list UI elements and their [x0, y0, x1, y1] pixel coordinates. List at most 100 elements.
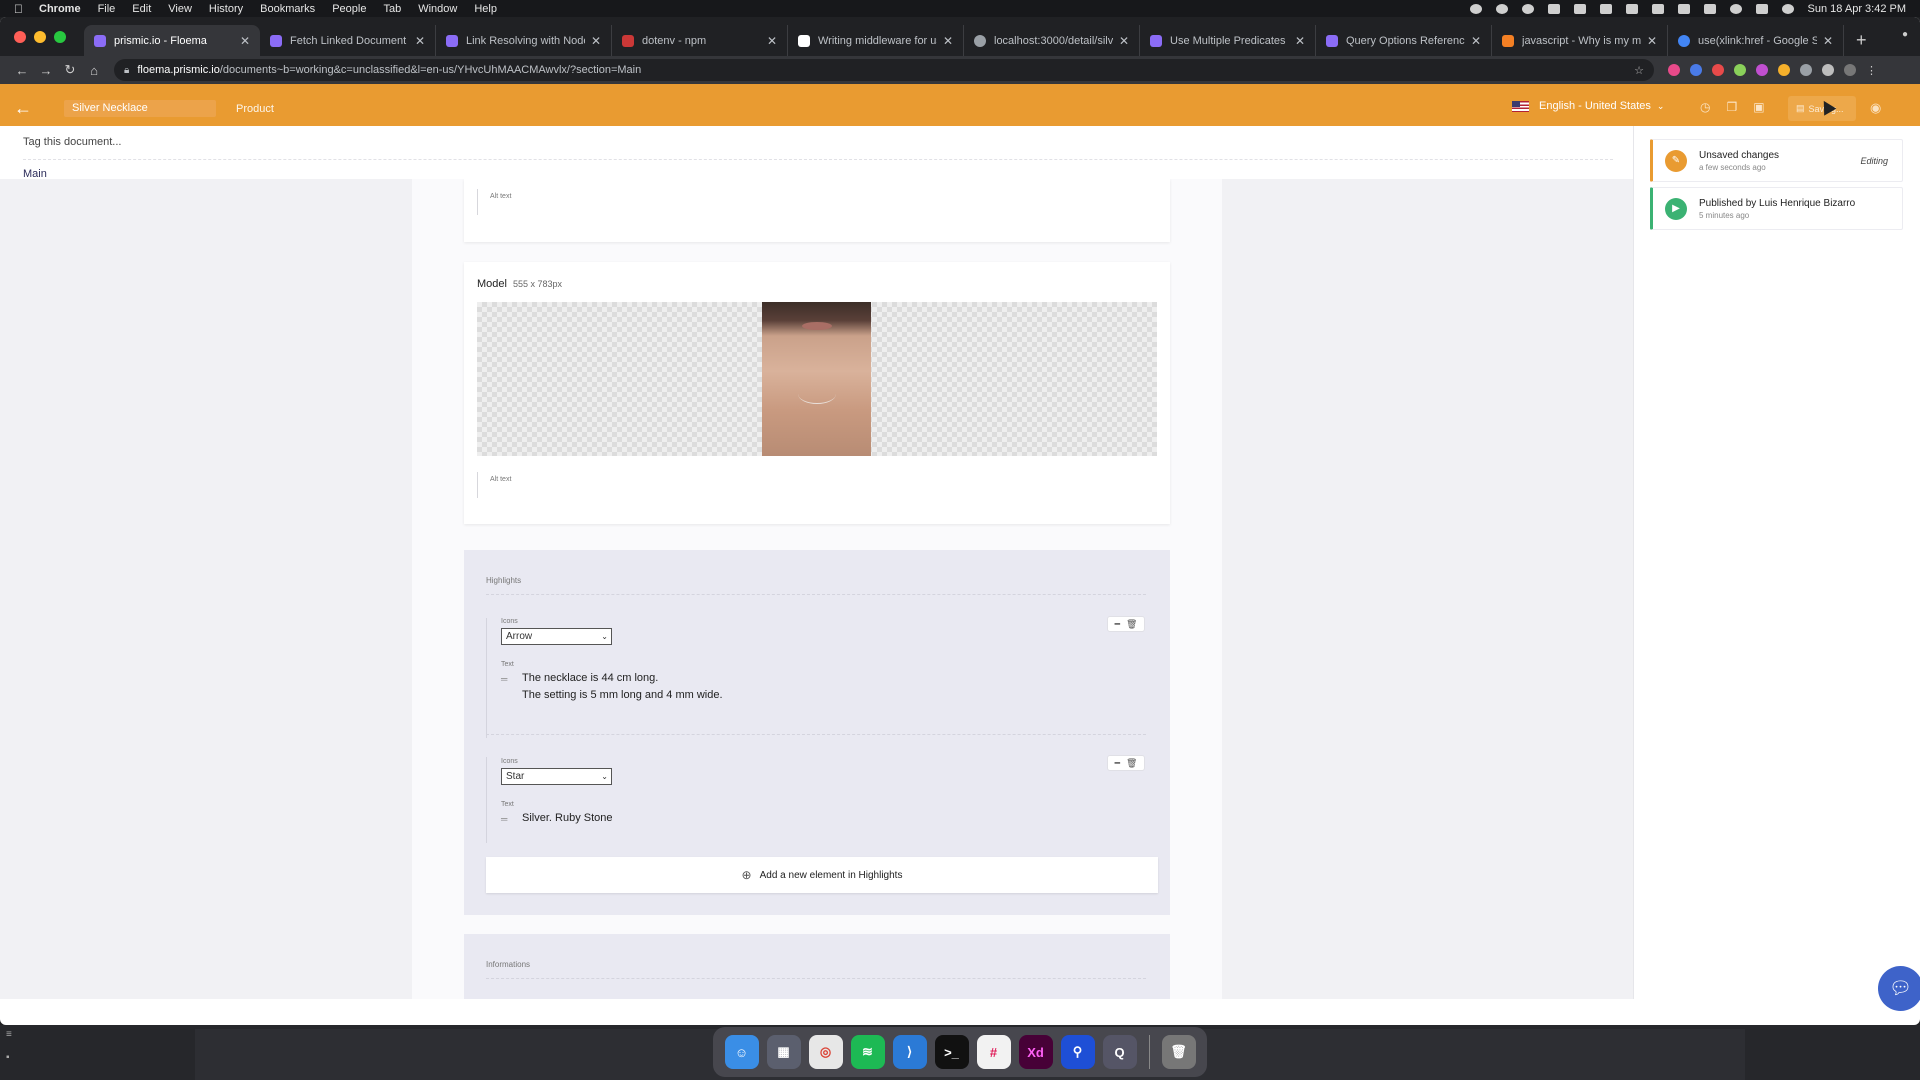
reorder-icon[interactable]: ━ [1115, 619, 1120, 630]
archive-icon[interactable]: ▣ [1753, 100, 1764, 114]
cloud-icon[interactable] [1547, 3, 1560, 14]
browser-tab[interactable]: localhost:3000/detail/silver-n ✕ [964, 25, 1140, 56]
apple-icon[interactable]:  [14, 2, 23, 16]
chrome-icon[interactable]: ◎ [808, 1035, 843, 1069]
minimize-window-icon[interactable] [34, 30, 46, 43]
close-tab-icon[interactable]: ✕ [1823, 34, 1833, 48]
bluetooth-icon[interactable] [1677, 3, 1690, 14]
menu-edit[interactable]: Edit [132, 3, 151, 15]
menu-help[interactable]: Help [474, 3, 497, 15]
briefcase-icon[interactable]: ▪ [6, 1052, 12, 1063]
menu-view[interactable]: View [168, 3, 192, 15]
browser-tab[interactable]: Fetch Linked Document Fields ✕ [260, 25, 436, 56]
menu-file[interactable]: File [98, 3, 116, 15]
close-tab-icon[interactable]: ✕ [591, 34, 601, 48]
launchpad-icon[interactable]: ▦ [766, 1035, 801, 1069]
clock[interactable]: Sun 18 Apr 3:42 PM [1808, 3, 1906, 15]
menu-bookmarks[interactable]: Bookmarks [260, 3, 315, 15]
delete-icon[interactable]: 🗑︎ [1126, 758, 1137, 769]
icon-select[interactable]: Arrow ⌄ [501, 628, 612, 645]
preview-eye-icon[interactable]: ◉ [1870, 100, 1881, 116]
browser-tab[interactable]: Link Resolving with Node.js - ✕ [436, 25, 612, 56]
close-tab-icon[interactable]: ✕ [240, 34, 250, 48]
browser-tab[interactable]: Writing middleware for use in ✕ [788, 25, 964, 56]
spotify-icon[interactable]: ≋ [850, 1035, 885, 1069]
delete-icon[interactable]: 🗑︎ [1126, 619, 1137, 630]
spotlight-icon[interactable] [1729, 3, 1742, 14]
duplicate-icon[interactable]: ❐ [1726, 100, 1737, 114]
browser-tab[interactable]: prismic.io - Floema ✕ [84, 25, 260, 56]
puzzle-icon[interactable] [1822, 64, 1834, 76]
back-arrow-icon[interactable]: ← [0, 98, 46, 119]
icon-select[interactable]: Star ⌄ [501, 768, 612, 785]
shield-icon[interactable] [1800, 64, 1812, 76]
drag-handle-icon[interactable]: ═ [501, 814, 507, 824]
tag-input[interactable]: Tag this document... [23, 136, 1613, 160]
trash-icon[interactable]: 🗑︎ [1161, 1035, 1196, 1069]
menu-history[interactable]: History [209, 3, 243, 15]
menu-window[interactable]: Window [418, 3, 457, 15]
extension-icon[interactable] [1668, 64, 1680, 76]
language-selector[interactable]: English - United States ⌄ [1512, 100, 1664, 112]
document-name-input[interactable]: Silver Necklace [64, 100, 216, 117]
zoom-window-icon[interactable] [54, 30, 66, 43]
browser-tab[interactable]: javascript - Why is my middle ✕ [1492, 25, 1668, 56]
close-tab-icon[interactable]: ✕ [1119, 34, 1129, 48]
quicktime-icon[interactable]: Q [1102, 1035, 1137, 1069]
published-card[interactable]: ▶ Published by Luis Henrique Bizarro 5 m… [1650, 187, 1903, 230]
battery-icon[interactable] [1625, 3, 1638, 14]
image-preview[interactable] [477, 302, 1157, 456]
record-icon[interactable] [1469, 3, 1482, 14]
close-tab-icon[interactable]: ✕ [1471, 34, 1481, 48]
terminal-icon[interactable]: >_ [934, 1035, 969, 1069]
menu-app[interactable]: Chrome [39, 3, 81, 15]
reorder-icon[interactable]: ━ [1115, 758, 1120, 769]
forward-icon[interactable]: → [34, 63, 58, 78]
layers-icon[interactable]: ≡ [6, 1029, 12, 1040]
more-menu-icon[interactable]: ⋮ [1866, 64, 1877, 77]
slack-icon[interactable]: # [976, 1035, 1011, 1069]
maps-icon[interactable]: ⚲ [1060, 1035, 1095, 1069]
close-tab-icon[interactable]: ✕ [1647, 34, 1657, 48]
cloud-download-icon[interactable] [1599, 3, 1612, 14]
add-highlight-button[interactable]: ⊕ Add a new element in Highlights [486, 857, 1158, 893]
close-tab-icon[interactable]: ✕ [767, 34, 777, 48]
rich-text-input[interactable]: Silver. Ruby Stone [522, 810, 613, 827]
address-bar[interactable]: 🔒︎ floema.prismic.io /documents~b=workin… [114, 59, 1654, 81]
extension-icon[interactable] [1778, 64, 1790, 76]
sync-icon[interactable] [1495, 3, 1508, 14]
cloud-upload-icon[interactable] [1573, 3, 1586, 14]
volume-icon[interactable] [1651, 3, 1664, 14]
menu-tab[interactable]: Tab [383, 3, 401, 15]
extension-icon[interactable] [1690, 64, 1702, 76]
tab-search-icon[interactable]: ● [1902, 29, 1908, 40]
reload-icon[interactable]: ↻ [58, 62, 82, 78]
adobe-xd-icon[interactable]: Xd [1018, 1035, 1053, 1069]
close-tab-icon[interactable]: ✕ [1295, 34, 1305, 48]
extension-icon[interactable] [1734, 64, 1746, 76]
alt-text-input[interactable]: Alt text [477, 189, 511, 215]
control-center-icon[interactable] [1755, 3, 1768, 14]
new-tab-icon[interactable]: + [1856, 25, 1867, 56]
back-icon[interactable]: ← [10, 63, 34, 78]
circle-icon[interactable] [1521, 3, 1534, 14]
close-tab-icon[interactable]: ✕ [943, 34, 953, 48]
vscode-icon[interactable]: ⟩ [892, 1035, 927, 1069]
chat-widget-icon[interactable]: 💬︎ [1878, 966, 1920, 1011]
browser-tab[interactable]: use(xlink:href - Google Searc ✕ [1668, 25, 1844, 56]
drag-handle-icon[interactable]: ═ [501, 674, 507, 684]
unsaved-changes-card[interactable]: ✎ Unsaved changes a few seconds ago Edit… [1650, 139, 1903, 182]
finder-icon[interactable]: ☺ [724, 1035, 759, 1069]
extension-icon[interactable] [1712, 64, 1724, 76]
wifi-icon[interactable] [1703, 3, 1716, 14]
siri-icon[interactable] [1781, 3, 1794, 14]
profile-avatar[interactable] [1844, 64, 1856, 76]
close-tab-icon[interactable]: ✕ [415, 34, 425, 48]
browser-tab[interactable]: Use Multiple Predicates in Ja ✕ [1140, 25, 1316, 56]
browser-tab[interactable]: dotenv - npm ✕ [612, 25, 788, 56]
menu-people[interactable]: People [332, 3, 366, 15]
rich-text-input[interactable]: The necklace is 44 cm long. The setting … [522, 670, 723, 704]
lock-icon[interactable]: 🔒︎ [124, 65, 129, 76]
home-icon[interactable]: ⌂ [82, 63, 106, 78]
history-icon[interactable]: ◷ [1700, 100, 1710, 114]
